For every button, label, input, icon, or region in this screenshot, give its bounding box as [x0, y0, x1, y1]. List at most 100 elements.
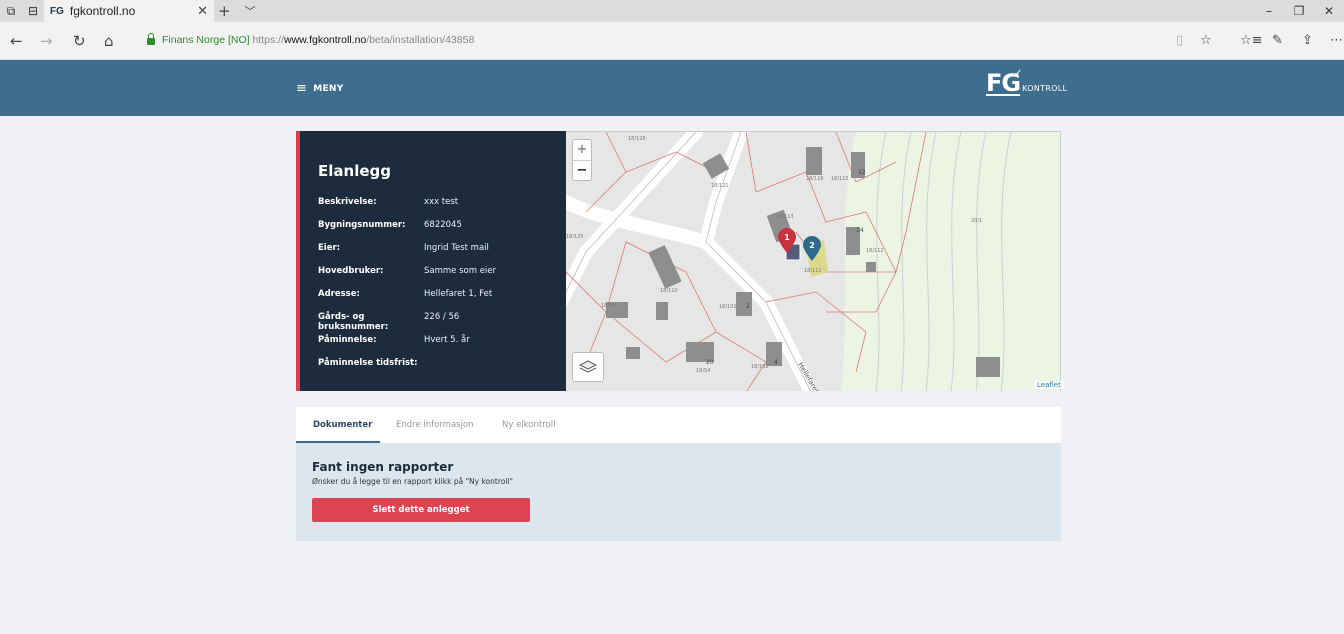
layers-icon: [579, 360, 597, 373]
map-zoom-control: + −: [572, 139, 592, 181]
svg-text:18/112: 18/112: [866, 248, 884, 254]
tab-list-chevron-icon[interactable]: ﹀: [245, 3, 256, 19]
field-label: Gårds- og bruksnummer:: [318, 312, 389, 332]
url-field[interactable]: Finans Norge [NO] https://www.fgkontroll…: [162, 34, 474, 46]
marker-1-label: 1: [784, 233, 790, 242]
svg-text:4: 4: [774, 359, 778, 366]
forward-icon[interactable]: →: [40, 32, 53, 50]
field-label: Påminnelse:: [318, 335, 377, 345]
svg-text:18/54: 18/54: [696, 368, 710, 374]
delete-installation-button[interactable]: Slett dette anlegget: [312, 498, 530, 522]
svg-text:18/128: 18/128: [628, 136, 646, 142]
installation-title: Elanlegg: [318, 162, 391, 180]
field-value: 226 / 56: [424, 312, 460, 322]
zoom-in-button[interactable]: +: [573, 140, 591, 160]
field-row: Hovedbruker: Samme som eier: [318, 266, 496, 276]
svg-text:18/99: 18/99: [601, 303, 615, 309]
back-icon[interactable]: ←: [10, 32, 23, 50]
tab-bar: Dokumenter Endre informasjon Ny elkontro…: [296, 407, 1061, 443]
field-label: Bygningsnummer:: [318, 220, 406, 230]
field-row: Påminnelse tidsfrist:: [318, 358, 424, 368]
field-label: Beskrivelse:: [318, 197, 377, 207]
tab-title: fgkontroll.no: [69, 4, 136, 18]
fg-kontroll-logo[interactable]: FG ✓ KONTROLL: [986, 68, 1068, 96]
refresh-icon[interactable]: ↻: [73, 32, 86, 50]
svg-text:18/121: 18/121: [711, 183, 729, 189]
field-value: Samme som eier: [424, 266, 497, 276]
field-label: Adresse:: [318, 289, 360, 299]
svg-text:20/1: 20/1: [971, 218, 982, 224]
browser-tab[interactable]: FG fgkontroll.no ✕: [44, 0, 214, 22]
lock-icon: [147, 33, 155, 45]
field-label: Hovedbruker:: [318, 266, 384, 276]
app-header: ≡ MENY FG ✓ KONTROLL: [0, 60, 1344, 116]
svg-text:18/101: 18/101: [719, 304, 737, 310]
field-row: Eier: Ingrid Test mail: [318, 243, 489, 253]
svg-text:14: 14: [856, 227, 864, 234]
field-value: xxx test: [424, 197, 459, 207]
field-value: Hellefaret 1, Fet: [424, 289, 493, 299]
svg-text:18/111: 18/111: [804, 268, 822, 274]
url-host: www.fgkontroll.no: [283, 34, 367, 46]
address-bar: ← → ↻ ⌂ Finans Norge [NO] https://www.fg…: [0, 22, 1344, 60]
svg-text:18/102: 18/102: [751, 364, 769, 370]
url-path: /beta/installation/43858: [366, 34, 475, 46]
share-icon[interactable]: ⇪: [1302, 33, 1313, 48]
logo-check-icon: ✓: [1014, 68, 1023, 79]
empty-reports-text: Ønsker du å legge til en rapport klikk p…: [312, 477, 513, 486]
new-tab-group: + ﹀: [218, 0, 256, 22]
svg-text:18/125: 18/125: [566, 234, 584, 240]
reading-view-icon[interactable]: ▯: [1176, 33, 1183, 48]
close-window-icon[interactable]: ✕: [1314, 0, 1344, 22]
url-scheme: https://: [252, 34, 284, 46]
layers-button[interactable]: [572, 352, 604, 382]
svg-text:2: 2: [746, 303, 750, 310]
more-icon[interactable]: ⋯: [1330, 33, 1343, 48]
field-label: Påminnelse tidsfrist:: [318, 358, 418, 368]
new-tab-icon[interactable]: +: [218, 2, 231, 20]
pen-icon[interactable]: ✎: [1272, 33, 1283, 48]
svg-text:18/116: 18/116: [806, 176, 824, 182]
favorite-star-icon[interactable]: ☆: [1200, 33, 1212, 48]
field-label: Eier:: [318, 243, 341, 253]
svg-text:18/115: 18/115: [831, 176, 849, 182]
restore-icon[interactable]: ❐: [1284, 0, 1314, 22]
menu-button[interactable]: ≡ MENY: [296, 81, 344, 96]
cert-owner: Finans Norge [NO]: [162, 34, 250, 46]
menu-label: MENY: [313, 83, 344, 94]
map-marker-red[interactable]: 1: [777, 228, 797, 254]
map-marker-blue[interactable]: 2: [802, 236, 822, 262]
reports-panel: Fant ingen rapporter Ønsker du å legge t…: [296, 443, 1061, 541]
svg-text:18/110: 18/110: [660, 288, 678, 294]
field-value: Hvert 5. år: [424, 335, 470, 345]
hamburger-icon: ≡: [296, 81, 308, 96]
map[interactable]: 18/128 18/116 18/115 18/112 18/113 18/125 18…: [566, 131, 1061, 391]
favicon-icon: FG: [50, 5, 64, 17]
svg-text:12: 12: [858, 169, 866, 176]
field-row: Beskrivelse: xxx test: [318, 197, 458, 207]
favorites-list-icon[interactable]: ☆≡: [1240, 33, 1263, 48]
svg-text:20: 20: [706, 359, 714, 366]
tab-preview-icon[interactable]: ⊟: [22, 0, 44, 22]
field-row: Gårds- og bruksnummer: 226 / 56: [318, 312, 459, 332]
tab-dokumenter[interactable]: Dokumenter: [313, 420, 372, 430]
field-row: Bygningsnummer: 6822045: [318, 220, 462, 230]
installation-info-card: Elanlegg Beskrivelse: xxx test Bygningsnu…: [296, 131, 566, 391]
field-value: 6822045: [424, 220, 462, 230]
field-row: Påminnelse: Hvert 5. år: [318, 335, 470, 345]
zoom-out-button[interactable]: −: [573, 160, 591, 180]
logo-text: KONTROLL: [1022, 84, 1068, 93]
tab-actions-icon[interactable]: ⧉: [0, 0, 22, 22]
minimize-icon[interactable]: –: [1254, 0, 1284, 22]
svg-text:18/113: 18/113: [776, 214, 794, 220]
window-controls: – ❐ ✕: [1254, 0, 1344, 22]
leaflet-attribution[interactable]: Leaflet: [1034, 381, 1064, 389]
marker-2-label: 2: [809, 241, 815, 250]
field-value: Ingrid Test mail: [424, 243, 489, 253]
home-icon[interactable]: ⌂: [104, 32, 114, 50]
tab-endre-informasjon[interactable]: Endre informasjon: [396, 420, 474, 430]
close-tab-icon[interactable]: ✕: [197, 3, 208, 19]
empty-reports-title: Fant ingen rapporter: [312, 460, 454, 474]
tab-ny-elkontroll[interactable]: Ny elkontroll: [502, 420, 555, 430]
field-row: Adresse: Hellefaret 1, Fet: [318, 289, 492, 299]
